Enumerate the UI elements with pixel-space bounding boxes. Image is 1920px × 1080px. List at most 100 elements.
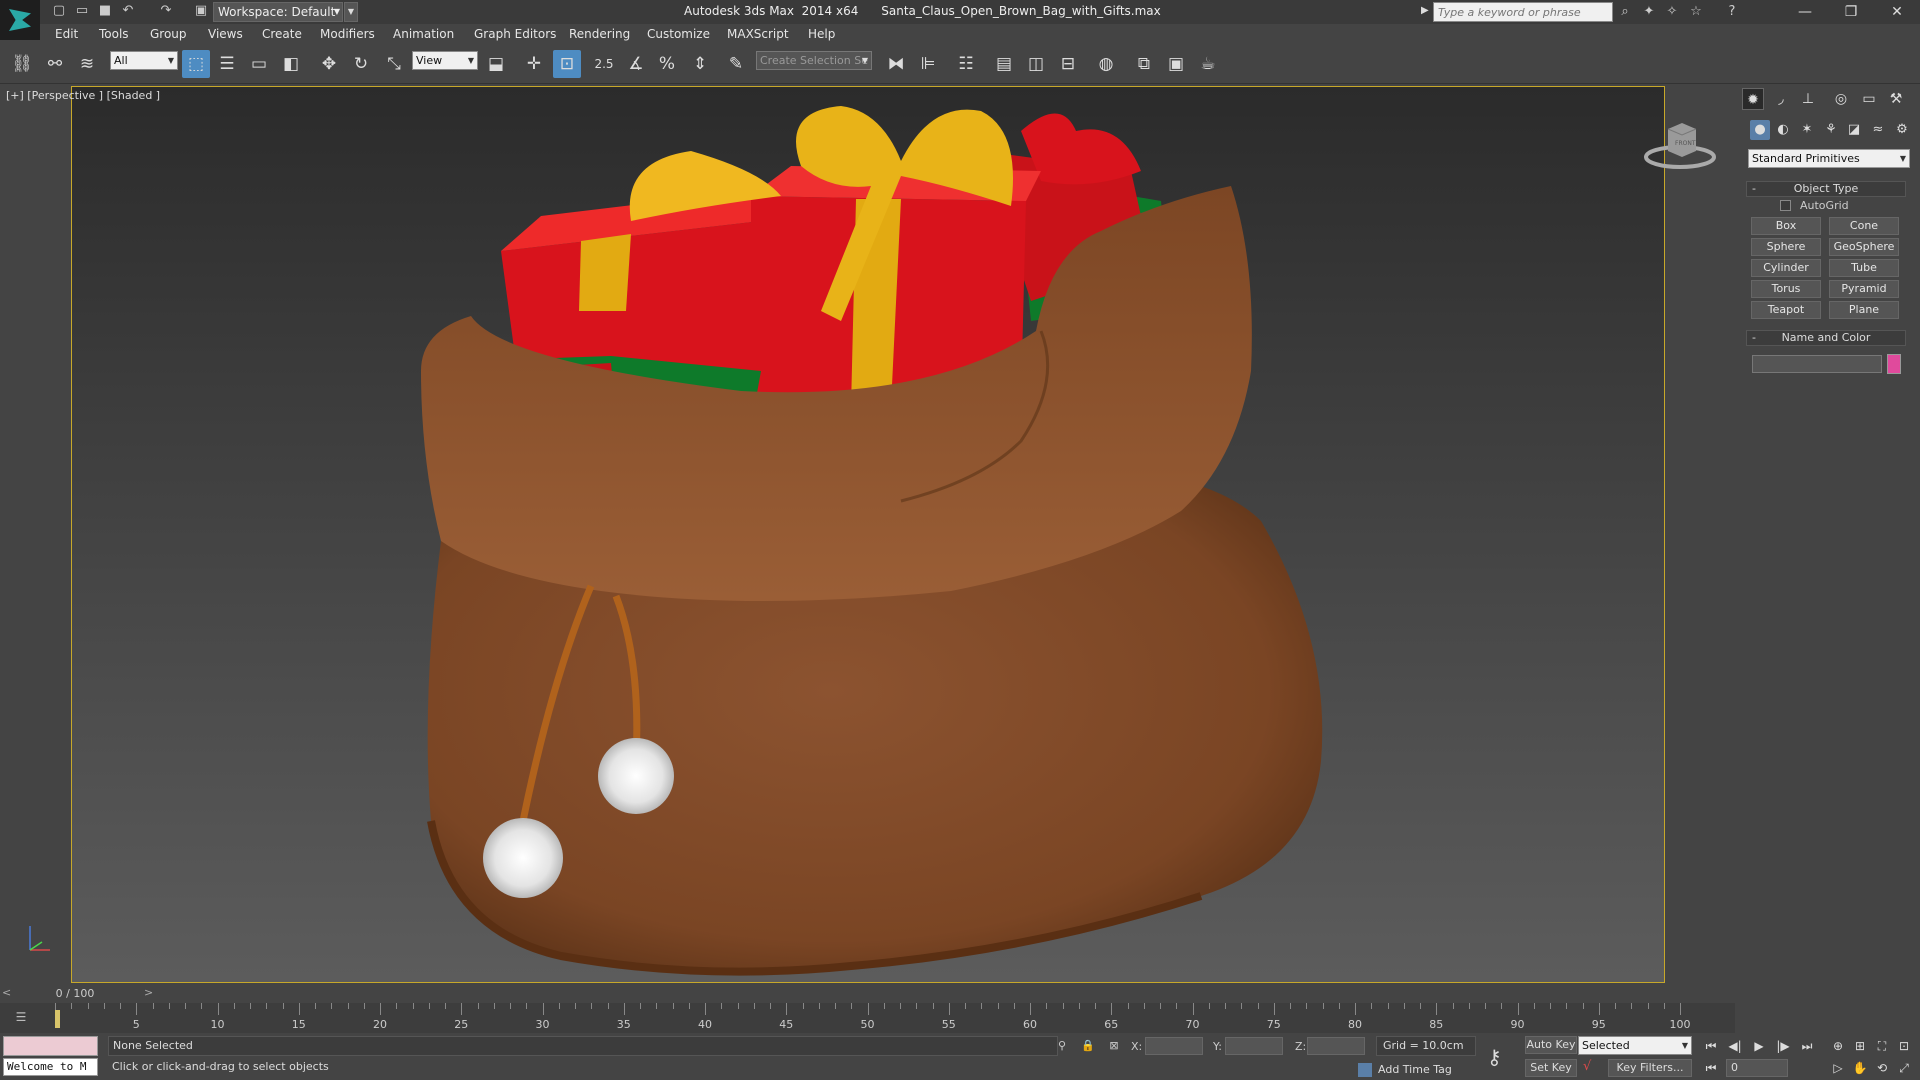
- layer-manager-icon[interactable]: ☷: [952, 50, 980, 78]
- zoom-all-icon[interactable]: ⊞: [1850, 1037, 1870, 1055]
- menu-animation[interactable]: Animation: [393, 27, 454, 41]
- select-and-rotate-icon[interactable]: ↻: [347, 50, 375, 78]
- autogrid-checkbox[interactable]: [1780, 200, 1791, 211]
- default-tangent-icon[interactable]: √: [1583, 1059, 1591, 1074]
- rectangular-selection-icon[interactable]: ▭: [245, 50, 273, 78]
- previous-key-icon[interactable]: ◀|: [1725, 1037, 1745, 1055]
- utilities-tab-icon[interactable]: ⚒: [1885, 88, 1907, 110]
- pivot-center-icon[interactable]: ⬓: [482, 50, 510, 78]
- helpers-icon[interactable]: ◪: [1844, 120, 1864, 140]
- rendered-frame-window-icon[interactable]: ▣: [1162, 50, 1190, 78]
- menu-modifiers[interactable]: Modifiers: [320, 27, 375, 41]
- x-coordinate-field[interactable]: [1145, 1037, 1203, 1055]
- graphite-ribbon-icon[interactable]: ▤: [990, 50, 1018, 78]
- mirror-icon[interactable]: ⧓: [882, 50, 910, 78]
- edit-named-selection-icon[interactable]: ✎: [722, 50, 750, 78]
- zoom-icon[interactable]: ⊕: [1828, 1037, 1848, 1055]
- maxscript-output[interactable]: Welcome to M: [3, 1058, 98, 1076]
- display-tab-icon[interactable]: ▭: [1858, 88, 1880, 110]
- motion-tab-icon[interactable]: ◎: [1830, 88, 1852, 110]
- zoom-extents-all-icon[interactable]: ⊡: [1894, 1037, 1914, 1055]
- maxscript-listener-input[interactable]: [3, 1036, 98, 1056]
- space-warps-icon[interactable]: ≈: [1868, 120, 1888, 140]
- minimize-icon[interactable]: —: [1782, 0, 1828, 24]
- app-logo-button[interactable]: [0, 0, 40, 40]
- render-production-icon[interactable]: ☕: [1194, 50, 1222, 78]
- menu-maxscript[interactable]: MAXScript: [727, 27, 789, 41]
- undo-icon[interactable]: ↶: [120, 3, 136, 19]
- geometry-icon[interactable]: ●: [1750, 120, 1770, 140]
- select-object-icon[interactable]: ⬚: [182, 50, 210, 78]
- project-folder-icon[interactable]: ▣: [193, 3, 209, 19]
- select-by-name-icon[interactable]: ☰: [213, 50, 241, 78]
- search-expand-icon[interactable]: ▶: [1421, 5, 1429, 16]
- binoculars-icon[interactable]: ⌕: [1616, 4, 1634, 20]
- pan-view-icon[interactable]: ✋: [1850, 1059, 1870, 1077]
- material-editor-icon[interactable]: ◍: [1092, 50, 1120, 78]
- key-mode-toggle-icon[interactable]: ⏮: [1701, 1059, 1721, 1077]
- menu-rendering[interactable]: Rendering: [569, 27, 630, 41]
- add-time-tag-button[interactable]: Add Time Tag: [1358, 1061, 1478, 1079]
- named-selection-set-dropdown[interactable]: Create Selection Se ▼: [756, 51, 872, 70]
- y-coordinate-field[interactable]: [1225, 1037, 1283, 1055]
- teapot-button[interactable]: Teapot: [1751, 301, 1821, 319]
- angle-snap-icon[interactable]: ∡: [622, 50, 650, 78]
- cone-button[interactable]: Cone: [1829, 217, 1899, 235]
- quick-access-menu-icon[interactable]: ▼: [344, 2, 358, 22]
- next-frame-icon[interactable]: >: [144, 986, 153, 999]
- time-slider[interactable]: 0 / 100: [10, 987, 140, 1001]
- menu-views[interactable]: Views: [208, 27, 243, 41]
- close-icon[interactable]: ✕: [1874, 0, 1920, 24]
- open-mini-curve-editor-icon[interactable]: ☰: [10, 1010, 32, 1028]
- select-and-move-icon[interactable]: ✥: [315, 50, 343, 78]
- object-name-field[interactable]: [1752, 355, 1882, 373]
- plane-button[interactable]: Plane: [1829, 301, 1899, 319]
- viewport-label[interactable]: [+] [Perspective ] [Shaded ]: [6, 89, 160, 102]
- menu-help[interactable]: Help: [808, 27, 835, 41]
- menu-create[interactable]: Create: [262, 27, 302, 41]
- systems-icon[interactable]: ⚙: [1892, 120, 1912, 140]
- key-filters-button[interactable]: Key Filters...: [1608, 1059, 1692, 1077]
- open-file-icon[interactable]: ▭: [74, 3, 90, 19]
- select-and-manipulate-icon[interactable]: ✛: [520, 50, 548, 78]
- primitive-category-dropdown[interactable]: Standard Primitives ▼: [1748, 149, 1910, 168]
- current-frame-field[interactable]: 0: [1726, 1059, 1788, 1077]
- go-to-start-icon[interactable]: ⏮: [1701, 1037, 1721, 1055]
- search-input[interactable]: [1433, 2, 1613, 22]
- orbit-icon[interactable]: ⟲: [1872, 1059, 1892, 1077]
- menu-customize[interactable]: Customize: [647, 27, 710, 41]
- menu-graph-editors[interactable]: Graph Editors: [474, 27, 556, 41]
- play-icon[interactable]: ▶: [1749, 1037, 1769, 1055]
- modify-tab-icon[interactable]: ◞: [1770, 88, 1792, 110]
- maximize-viewport-icon[interactable]: ⤢: [1894, 1059, 1914, 1077]
- new-file-icon[interactable]: ▢: [51, 3, 67, 19]
- align-icon[interactable]: ⊫: [914, 50, 942, 78]
- set-key-button[interactable]: Set Key: [1525, 1059, 1577, 1077]
- name-and-color-rollout[interactable]: - Name and Color: [1746, 330, 1906, 346]
- object-type-rollout[interactable]: - Object Type: [1746, 181, 1906, 197]
- spinner-snap-icon[interactable]: ⇕: [686, 50, 714, 78]
- selection-lock-icon[interactable]: 🔒: [1080, 1038, 1096, 1054]
- go-to-end-icon[interactable]: ⏭: [1797, 1037, 1817, 1055]
- menu-group[interactable]: Group: [150, 27, 187, 41]
- perspective-viewport[interactable]: [71, 86, 1665, 983]
- auto-key-button[interactable]: Auto Key: [1525, 1036, 1577, 1054]
- redo-icon[interactable]: ↷: [158, 3, 174, 19]
- reference-coordinate-dropdown[interactable]: View ▼: [412, 51, 478, 70]
- save-icon[interactable]: ■: [97, 3, 113, 19]
- percent-snap-icon[interactable]: %: [653, 50, 681, 78]
- z-coordinate-field[interactable]: [1307, 1037, 1365, 1055]
- communication-center-icon[interactable]: ✧: [1663, 4, 1681, 20]
- sphere-button[interactable]: Sphere: [1751, 238, 1821, 256]
- field-of-view-icon[interactable]: ▷: [1828, 1059, 1848, 1077]
- tube-button[interactable]: Tube: [1829, 259, 1899, 277]
- workspace-dropdown[interactable]: Workspace: Default ▼: [213, 2, 343, 22]
- unlink-selection-icon[interactable]: ⚯: [41, 50, 69, 78]
- select-and-link-icon[interactable]: ⛓: [8, 50, 36, 78]
- key-mode-dropdown[interactable]: Selected ▼: [1578, 1036, 1692, 1055]
- snaps-toggle-icon[interactable]: 2.5: [590, 50, 618, 78]
- isolate-selection-icon[interactable]: ⚲: [1054, 1038, 1070, 1054]
- viewcube-icon[interactable]: FRONT: [1640, 115, 1720, 175]
- hierarchy-tab-icon[interactable]: ⊥: [1797, 88, 1819, 110]
- selection-filter-dropdown[interactable]: All ▼: [110, 51, 178, 70]
